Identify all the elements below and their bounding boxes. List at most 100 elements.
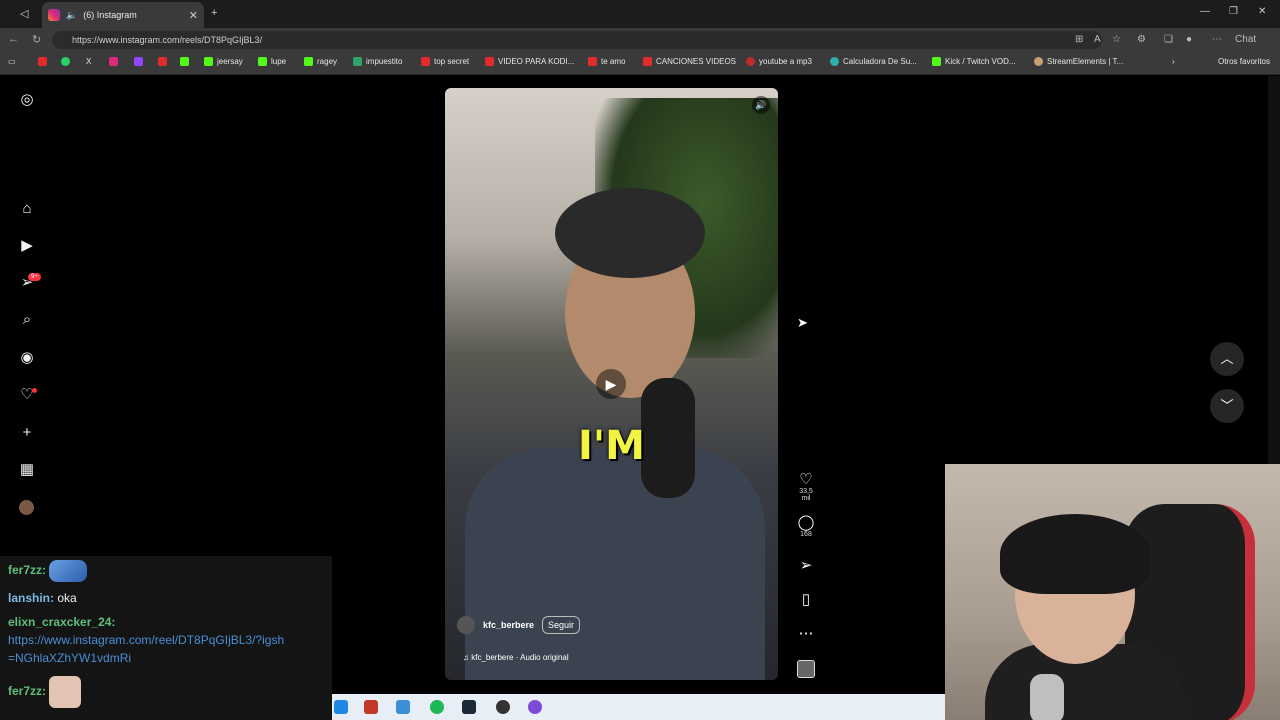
maximize-icon[interactable]: ❐ (1229, 6, 1238, 17)
browser-tab[interactable]: 🔈 (6) Instagram ✕ (42, 2, 204, 28)
obs-icon[interactable] (496, 700, 510, 714)
play-icon[interactable]: ▶ (596, 369, 626, 399)
create-icon[interactable]: + (18, 424, 36, 442)
kick-icon (304, 57, 313, 66)
address-toolbar: ← ↻ https://www.instagram.com/reels/DT8P… (0, 28, 1280, 52)
audio-thumbnail-icon[interactable] (797, 660, 815, 678)
more-menu-icon[interactable]: ⋯ (1212, 34, 1222, 45)
url-field[interactable]: https://www.instagram.com/reels/DT8PqGIj… (52, 31, 1102, 49)
audio-label: kfc_berbere · Audio original (471, 653, 569, 662)
chat-app-icon[interactable] (528, 700, 542, 714)
youtube-icon (643, 57, 652, 66)
next-reel-button[interactable]: ﹀ (1210, 389, 1244, 423)
video-caption: I'M (578, 423, 645, 469)
chat-message: elixn_craxcker_24: (8, 615, 116, 629)
audio-thumbnail[interactable] (795, 660, 817, 678)
twitch-icon (134, 57, 143, 66)
edge-icon[interactable] (334, 700, 348, 714)
bookmark-item[interactable] (109, 57, 118, 66)
netflix-icon (158, 57, 167, 66)
reels-icon[interactable]: ▶ (18, 237, 36, 255)
minimize-icon[interactable]: — (1200, 6, 1210, 17)
bookmark-item[interactable]: te amo (588, 57, 625, 66)
bookmark-item[interactable]: impuestito (353, 57, 402, 66)
streamelements-icon (1034, 57, 1043, 66)
chat-link[interactable]: =NGhlaXZhYW1vdmRi (8, 651, 131, 665)
favorite-star-icon[interactable]: ☆ (1112, 34, 1121, 45)
bookmarks-more-icon[interactable]: › (1172, 57, 1175, 66)
bookmark-item[interactable]: Kick / Twitch VOD... (932, 57, 1016, 66)
youtube-icon (485, 57, 494, 66)
home-icon[interactable]: ⌂ (18, 200, 36, 218)
youtube-icon (38, 57, 47, 66)
bookmark-item[interactable]: ragey (304, 57, 337, 66)
search-icon[interactable]: ⌕ (18, 311, 36, 329)
bookmark-item[interactable]: lupe (258, 57, 286, 66)
sound-icon[interactable]: 🔊 (752, 96, 770, 114)
copilot-button[interactable]: Chat (1235, 34, 1256, 45)
app-available-icon[interactable]: ⊞ (1075, 34, 1083, 45)
bookmark-item[interactable] (61, 57, 70, 66)
sidebar-toggle-icon[interactable]: ◁ (20, 7, 28, 20)
comment-icon[interactable]: ◯ (795, 513, 817, 531)
profile-avatar-icon[interactable]: ● (1186, 34, 1192, 45)
reel-author: kfc_berbere Seguir (457, 616, 581, 634)
close-window-icon[interactable]: ✕ (1258, 6, 1266, 17)
steam-icon[interactable] (462, 700, 476, 714)
bookmark-item[interactable]: jeersay (204, 57, 243, 66)
read-aloud-icon[interactable]: A (1094, 34, 1101, 45)
bookmark-icon[interactable]: ▯ (795, 590, 817, 608)
refresh-icon[interactable]: ↻ (32, 33, 41, 46)
chat-message: fer7zz: (8, 676, 82, 708)
spotify-icon[interactable] (430, 700, 444, 714)
instagram-logo-icon[interactable]: ◎ (18, 91, 36, 109)
bookmark-item[interactable]: Calculadora De Su... (830, 57, 917, 66)
new-tab-icon[interactable]: + (211, 7, 217, 19)
bookmark-item[interactable]: CANCIONES VIDEOS (643, 57, 736, 66)
browser-icon[interactable] (396, 700, 410, 714)
like-action[interactable]: ♡ 33,5 mil (795, 470, 817, 502)
browser-titlebar: ◁ 🔈 (6) Instagram ✕ + — ❐ ✕ (0, 0, 1280, 28)
author-avatar[interactable] (457, 616, 475, 634)
bookmark-item[interactable]: VIDEO PARA KODI... (485, 57, 574, 66)
collections-icon[interactable]: ❏ (1164, 34, 1173, 45)
share-action[interactable]: ➢ (795, 556, 817, 574)
other-favorites[interactable]: Otros favoritos (1218, 57, 1270, 66)
bookmark-item[interactable] (134, 57, 143, 66)
close-tab-icon[interactable]: ✕ (189, 9, 198, 22)
reel-video[interactable]: I'M ▶ 🔊 kfc_berbere Seguir ♫ kfc_berbere… (445, 88, 778, 680)
bookmark-item[interactable] (158, 57, 167, 66)
chat-message: fer7zz: (8, 560, 88, 582)
comment-action[interactable]: ◯ 168 (795, 513, 817, 538)
webcam-microphone (1030, 674, 1064, 720)
video-person-shirt (465, 448, 765, 680)
explore-icon[interactable]: ◉ (18, 349, 36, 367)
profile-avatar[interactable] (19, 500, 34, 515)
extensions-icon[interactable]: ⚙ (1137, 34, 1146, 45)
bookmark-menu-icon[interactable]: ▭ (8, 57, 16, 66)
voicemeeter-icon[interactable] (364, 700, 378, 714)
chat-link[interactable]: https://www.instagram.com/reel/DT8PqGIjB… (8, 633, 284, 647)
bookmark-item[interactable]: top secret (421, 57, 469, 66)
heart-icon[interactable]: ♡ (795, 470, 817, 488)
chat-emote (49, 676, 82, 708)
bookmark-item[interactable] (180, 57, 189, 66)
previous-reel-button[interactable]: ︿ (1210, 342, 1244, 376)
bookmark-item[interactable]: youtube a mp3 (746, 57, 812, 66)
save-action[interactable]: ▯ (795, 590, 817, 608)
bookmark-item[interactable]: StreamElements | T... (1034, 57, 1123, 66)
reel-audio[interactable]: ♫ kfc_berbere · Audio original (463, 653, 569, 662)
sheets-icon (353, 57, 362, 66)
back-icon[interactable]: ← (8, 33, 19, 45)
more-action[interactable]: ⋯ (795, 624, 817, 642)
dashboard-icon[interactable]: ▦ (18, 461, 36, 479)
share-icon[interactable]: ➢ (795, 556, 817, 574)
bookmark-item[interactable] (38, 57, 51, 66)
youtube-icon (588, 57, 597, 66)
author-name[interactable]: kfc_berbere (483, 620, 534, 630)
bookmark-item[interactable]: X (86, 57, 91, 66)
more-options-icon[interactable]: ⋯ (795, 624, 817, 642)
taskbar (332, 694, 945, 720)
mute-tab-icon[interactable]: 🔈 (66, 10, 77, 21)
follow-button[interactable]: Seguir (542, 616, 581, 634)
